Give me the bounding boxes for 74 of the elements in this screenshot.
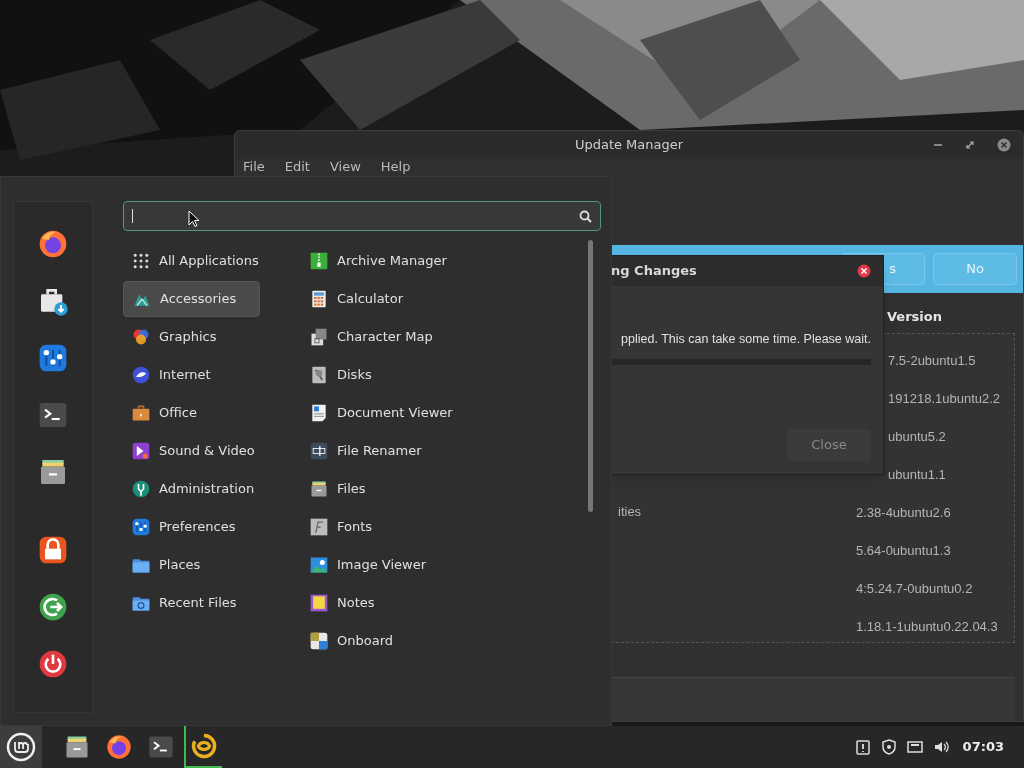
rename-icon bbox=[309, 441, 329, 461]
category-item[interactable]: Places bbox=[123, 547, 260, 583]
app-item[interactable]: Notes bbox=[305, 585, 453, 621]
text-cursor bbox=[132, 209, 133, 223]
shield-icon[interactable] bbox=[880, 739, 897, 755]
fox-globe-icon bbox=[105, 733, 133, 761]
clipboard-alert-icon[interactable] bbox=[854, 739, 871, 755]
category-item[interactable]: Recent Files bbox=[123, 585, 260, 621]
document-icon bbox=[309, 403, 329, 423]
app-item[interactable]: Image Viewer bbox=[305, 547, 453, 583]
minimize-icon[interactable] bbox=[933, 143, 943, 147]
table-cell-text: 5.64-0ubuntu1.3 bbox=[856, 541, 951, 560]
column-header: Version bbox=[887, 308, 943, 326]
lock-icon bbox=[37, 534, 69, 566]
image-icon bbox=[309, 555, 329, 575]
sliders-icon bbox=[37, 342, 69, 374]
volume-icon[interactable] bbox=[932, 739, 949, 755]
exit-icon bbox=[37, 591, 69, 623]
table-cell-text: 2.38-4ubuntu2.6 bbox=[856, 503, 951, 522]
menu-item[interactable]: File bbox=[243, 159, 265, 175]
scrollbar[interactable] bbox=[588, 240, 593, 512]
file-drawer-icon bbox=[309, 479, 329, 499]
maximize-icon[interactable] bbox=[965, 140, 975, 150]
grid-icon bbox=[131, 251, 151, 271]
font-icon bbox=[309, 517, 329, 537]
dialog-message: pplied. This can take some time. Please wait. bbox=[621, 331, 871, 348]
close-icon[interactable] bbox=[857, 264, 871, 278]
window-title: Update Manager bbox=[574, 136, 684, 155]
search-field[interactable] bbox=[123, 201, 601, 231]
character-map-icon bbox=[309, 327, 329, 347]
zip-icon bbox=[309, 251, 329, 271]
table-cell-text: 4:5.24.7-0ubuntu0.2 bbox=[856, 579, 973, 598]
table-cell-text: 1.18.1-1ubuntu0.22.04.3 bbox=[856, 617, 998, 636]
category-item[interactable]: Sound & Video bbox=[123, 433, 260, 469]
mouse-pointer-icon bbox=[188, 210, 200, 228]
category-item[interactable]: Accessories bbox=[123, 281, 260, 317]
menu-item[interactable]: View bbox=[329, 159, 361, 175]
category-item[interactable]: Office bbox=[123, 395, 260, 431]
clock[interactable]: 07:03 bbox=[962, 737, 1004, 757]
table-cell-text: ubuntu5.2 bbox=[888, 427, 946, 446]
power-icon bbox=[37, 648, 69, 680]
app-item[interactable]: File Renamer bbox=[305, 433, 453, 469]
app-item[interactable]: Onboard bbox=[305, 623, 453, 659]
app-item[interactable]: Archive Manager bbox=[305, 243, 453, 279]
sliders-icon bbox=[131, 517, 151, 537]
note-icon bbox=[309, 593, 329, 613]
category-item[interactable]: Graphics bbox=[123, 319, 260, 355]
table-cell-text: 7.5-2ubuntu1.5 bbox=[888, 351, 976, 370]
menu-item[interactable]: Edit bbox=[284, 159, 310, 175]
color-wheel-icon bbox=[131, 327, 151, 347]
category-item[interactable]: Internet bbox=[123, 357, 260, 393]
table-cell-text: ities bbox=[618, 502, 642, 521]
menu-item[interactable]: Help bbox=[380, 159, 411, 175]
category-item[interactable]: Administration bbox=[123, 471, 260, 507]
menu-button[interactable] bbox=[0, 726, 42, 768]
table-cell-text: ubuntu1.1 bbox=[888, 465, 946, 484]
app-item[interactable]: Character Map bbox=[305, 319, 453, 355]
app-item[interactable]: Document Viewer bbox=[305, 395, 453, 431]
network-icon[interactable] bbox=[906, 739, 923, 755]
media-icon bbox=[131, 441, 151, 461]
search-icon[interactable] bbox=[579, 209, 592, 223]
app-item[interactable]: Disks bbox=[305, 357, 453, 393]
app-item[interactable]: Fonts bbox=[305, 509, 453, 545]
taskbar-app[interactable] bbox=[184, 726, 222, 768]
app-item[interactable]: Files bbox=[305, 471, 453, 507]
calculator-icon bbox=[309, 289, 329, 309]
logo-icon bbox=[6, 732, 36, 762]
app-item[interactable]: Calculator bbox=[305, 281, 453, 317]
fox-globe-icon bbox=[37, 228, 69, 260]
category-item[interactable]: All Applications bbox=[123, 243, 260, 279]
table-cell-text: 191218.1ubuntu2.2 bbox=[888, 389, 1001, 408]
briefcase-icon bbox=[131, 403, 151, 423]
category-item[interactable]: Preferences bbox=[123, 509, 260, 545]
dialog-title: ng Changes bbox=[611, 262, 697, 281]
